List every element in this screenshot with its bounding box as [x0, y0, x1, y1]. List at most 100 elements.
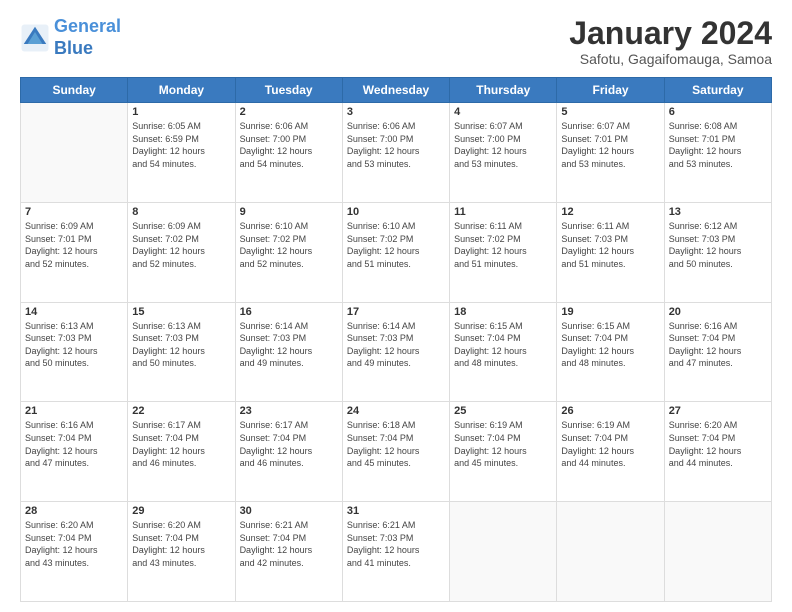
calendar-week-row: 1 Sunrise: 6:05 AMSunset: 6:59 PMDaylight…: [21, 103, 772, 203]
weekday-header-cell: Tuesday: [235, 78, 342, 103]
weekday-header-cell: Monday: [128, 78, 235, 103]
day-number: 23: [240, 405, 338, 417]
calendar-cell: [664, 502, 771, 602]
calendar-cell: 28Sunrise: 6:20 AMSunset: 7:04 PMDayligh…: [21, 502, 128, 602]
calendar-cell: 17Sunrise: 6:14 AMSunset: 7:03 PMDayligh…: [342, 302, 449, 402]
cell-info: Sunrise: 6:13 AMSunset: 7:03 PMDaylight:…: [25, 320, 123, 370]
logo: General Blue: [20, 16, 121, 59]
calendar-cell: 25 Sunrise: 6:19 AMSunset: 7:04 PMDayligh…: [450, 402, 557, 502]
cell-info: Sunrise: 6:20 AMSunset: 7:04 PMDaylight:…: [669, 419, 767, 469]
day-number: 22: [132, 405, 230, 417]
cell-info: Sunrise: 6:15 AMSunset: 7:04 PMDaylight:…: [454, 320, 552, 370]
calendar-cell: 31 Sunrise: 6:21 AMSunset: 7:03 PMDayligh…: [342, 502, 449, 602]
cell-info: Sunrise: 6:06 AMSunset: 7:00 PMDaylight:…: [240, 120, 338, 170]
calendar-week-row: 7Sunrise: 6:09 AMSunset: 7:01 PMDaylight…: [21, 202, 772, 302]
calendar-cell: 12 Sunrise: 6:11 AMSunset: 7:03 PMDayligh…: [557, 202, 664, 302]
day-number: 5: [561, 106, 659, 118]
weekday-header-row: SundayMondayTuesdayWednesdayThursdayFrid…: [21, 78, 772, 103]
day-number: 1: [132, 106, 230, 118]
day-number: 17: [347, 306, 445, 318]
calendar-cell: [557, 502, 664, 602]
page: General Blue January 2024 Safotu, Gagaif…: [0, 0, 792, 612]
day-number: 27: [669, 405, 767, 417]
calendar-week-row: 21 Sunrise: 6:16 AMSunset: 7:04 PMDayligh…: [21, 402, 772, 502]
calendar-cell: 3 Sunrise: 6:06 AMSunset: 7:00 PMDaylight…: [342, 103, 449, 203]
calendar-cell: 7Sunrise: 6:09 AMSunset: 7:01 PMDaylight…: [21, 202, 128, 302]
cell-info: Sunrise: 6:20 AMSunset: 7:04 PMDaylight:…: [25, 519, 123, 569]
day-number: 14: [25, 306, 123, 318]
cell-info: Sunrise: 6:10 AMSunset: 7:02 PMDaylight:…: [347, 220, 445, 270]
weekday-header-cell: Sunday: [21, 78, 128, 103]
logo-line2: Blue: [54, 38, 93, 58]
calendar-cell: [450, 502, 557, 602]
calendar-cell: 1 Sunrise: 6:05 AMSunset: 6:59 PMDaylight…: [128, 103, 235, 203]
cell-info: Sunrise: 6:09 AMSunset: 7:01 PMDaylight:…: [25, 220, 123, 270]
cell-info: Sunrise: 6:21 AMSunset: 7:04 PMDaylight:…: [240, 519, 338, 569]
calendar-cell: [21, 103, 128, 203]
weekday-header-cell: Friday: [557, 78, 664, 103]
cell-info: Sunrise: 6:07 AMSunset: 7:01 PMDaylight:…: [561, 120, 659, 170]
calendar-cell: 19Sunrise: 6:15 AMSunset: 7:04 PMDayligh…: [557, 302, 664, 402]
day-number: 11: [454, 206, 552, 218]
calendar-cell: 21 Sunrise: 6:16 AMSunset: 7:04 PMDayligh…: [21, 402, 128, 502]
day-number: 16: [240, 306, 338, 318]
calendar-cell: 23 Sunrise: 6:17 AMSunset: 7:04 PMDayligh…: [235, 402, 342, 502]
calendar-cell: 5 Sunrise: 6:07 AMSunset: 7:01 PMDaylight…: [557, 103, 664, 203]
calendar-week-row: 14 Sunrise: 6:13 AMSunset: 7:03 PMDayligh…: [21, 302, 772, 402]
calendar-cell: 20 Sunrise: 6:16 AMSunset: 7:04 PMDayligh…: [664, 302, 771, 402]
calendar-cell: 27 Sunrise: 6:20 AMSunset: 7:04 PMDayligh…: [664, 402, 771, 502]
calendar-table: SundayMondayTuesdayWednesdayThursdayFrid…: [20, 77, 772, 602]
cell-info: Sunrise: 6:21 AMSunset: 7:03 PMDaylight:…: [347, 519, 445, 569]
day-number: 15: [132, 306, 230, 318]
calendar-cell: 30Sunrise: 6:21 AMSunset: 7:04 PMDayligh…: [235, 502, 342, 602]
calendar-body: 1 Sunrise: 6:05 AMSunset: 6:59 PMDaylight…: [21, 103, 772, 602]
day-number: 18: [454, 306, 552, 318]
cell-info: Sunrise: 6:11 AMSunset: 7:02 PMDaylight:…: [454, 220, 552, 270]
calendar-cell: 29Sunrise: 6:20 AMSunset: 7:04 PMDayligh…: [128, 502, 235, 602]
day-number: 2: [240, 106, 338, 118]
day-number: 21: [25, 405, 123, 417]
calendar-cell: 13Sunrise: 6:12 AMSunset: 7:03 PMDayligh…: [664, 202, 771, 302]
header: General Blue January 2024 Safotu, Gagaif…: [20, 16, 772, 67]
cell-info: Sunrise: 6:17 AMSunset: 7:04 PMDaylight:…: [240, 419, 338, 469]
cell-info: Sunrise: 6:05 AMSunset: 6:59 PMDaylight:…: [132, 120, 230, 170]
day-number: 26: [561, 405, 659, 417]
weekday-header-cell: Thursday: [450, 78, 557, 103]
cell-info: Sunrise: 6:08 AMSunset: 7:01 PMDaylight:…: [669, 120, 767, 170]
day-number: 6: [669, 106, 767, 118]
day-number: 10: [347, 206, 445, 218]
logo-line1: General: [54, 16, 121, 36]
cell-info: Sunrise: 6:10 AMSunset: 7:02 PMDaylight:…: [240, 220, 338, 270]
day-number: 20: [669, 306, 767, 318]
subtitle: Safotu, Gagaifomauga, Samoa: [569, 51, 772, 67]
day-number: 3: [347, 106, 445, 118]
day-number: 12: [561, 206, 659, 218]
day-number: 9: [240, 206, 338, 218]
calendar-week-row: 28Sunrise: 6:20 AMSunset: 7:04 PMDayligh…: [21, 502, 772, 602]
cell-info: Sunrise: 6:16 AMSunset: 7:04 PMDaylight:…: [669, 320, 767, 370]
cell-info: Sunrise: 6:20 AMSunset: 7:04 PMDaylight:…: [132, 519, 230, 569]
day-number: 4: [454, 106, 552, 118]
cell-info: Sunrise: 6:13 AMSunset: 7:03 PMDaylight:…: [132, 320, 230, 370]
cell-info: Sunrise: 6:19 AMSunset: 7:04 PMDaylight:…: [454, 419, 552, 469]
day-number: 13: [669, 206, 767, 218]
cell-info: Sunrise: 6:18 AMSunset: 7:04 PMDaylight:…: [347, 419, 445, 469]
calendar-cell: 4 Sunrise: 6:07 AMSunset: 7:00 PMDaylight…: [450, 103, 557, 203]
calendar-cell: 18 Sunrise: 6:15 AMSunset: 7:04 PMDayligh…: [450, 302, 557, 402]
day-number: 24: [347, 405, 445, 417]
cell-info: Sunrise: 6:16 AMSunset: 7:04 PMDaylight:…: [25, 419, 123, 469]
calendar-cell: 8Sunrise: 6:09 AMSunset: 7:02 PMDaylight…: [128, 202, 235, 302]
main-title: January 2024: [569, 16, 772, 51]
cell-info: Sunrise: 6:11 AMSunset: 7:03 PMDaylight:…: [561, 220, 659, 270]
day-number: 8: [132, 206, 230, 218]
calendar-cell: 22Sunrise: 6:17 AMSunset: 7:04 PMDayligh…: [128, 402, 235, 502]
day-number: 31: [347, 505, 445, 517]
cell-info: Sunrise: 6:19 AMSunset: 7:04 PMDaylight:…: [561, 419, 659, 469]
logo-text: General Blue: [54, 16, 121, 59]
day-number: 25: [454, 405, 552, 417]
cell-info: Sunrise: 6:14 AMSunset: 7:03 PMDaylight:…: [240, 320, 338, 370]
cell-info: Sunrise: 6:07 AMSunset: 7:00 PMDaylight:…: [454, 120, 552, 170]
weekday-header-cell: Saturday: [664, 78, 771, 103]
cell-info: Sunrise: 6:15 AMSunset: 7:04 PMDaylight:…: [561, 320, 659, 370]
cell-info: Sunrise: 6:06 AMSunset: 7:00 PMDaylight:…: [347, 120, 445, 170]
